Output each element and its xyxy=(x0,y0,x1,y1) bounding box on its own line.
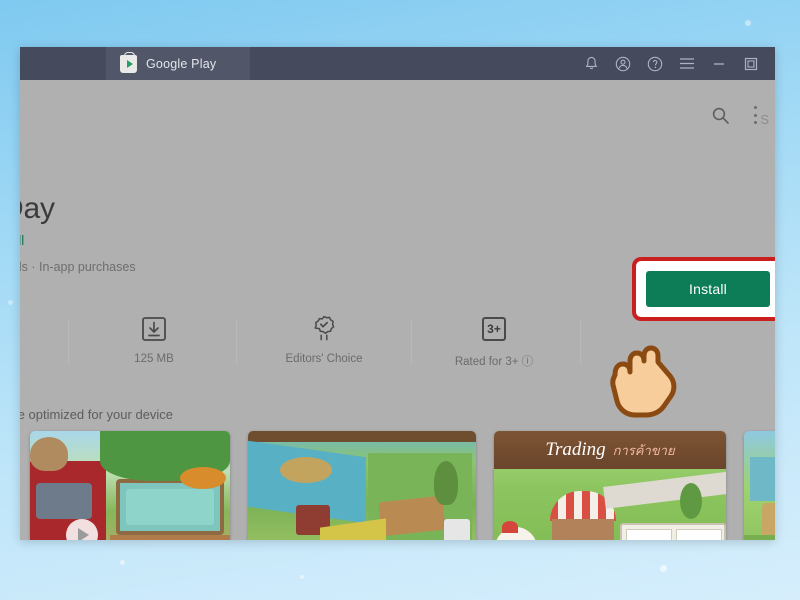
stat-rating-label: Rated for 3+ ⓘ xyxy=(454,356,534,368)
emulator-window: Google Play S ay l s · In-app purchases … xyxy=(20,47,775,540)
page-title: Day xyxy=(20,192,55,225)
background-sparkle xyxy=(8,300,13,305)
screenshot-farm-overview[interactable] xyxy=(248,431,476,540)
maximize-button[interactable] xyxy=(735,47,767,80)
screenshot-video-thumbnail[interactable] xyxy=(30,431,230,540)
developer-link[interactable]: cell xyxy=(20,233,24,248)
screenshot-partial[interactable] xyxy=(744,431,775,540)
corner-text: S xyxy=(760,112,769,127)
notifications-icon[interactable] xyxy=(575,47,607,80)
stat-divider xyxy=(236,320,237,364)
account-icon[interactable] xyxy=(607,47,639,80)
tab-label: Google Play xyxy=(146,56,217,71)
device-optimization-notice: ot be optimized for your device xyxy=(20,407,174,422)
background-sparkle xyxy=(300,575,304,579)
download-icon xyxy=(79,312,229,346)
background-sparkle xyxy=(660,565,667,572)
age-rating-3plus-icon: 3+ xyxy=(419,312,569,346)
menu-icon[interactable] xyxy=(671,47,703,80)
stat-divider xyxy=(411,320,412,364)
background-sparkle xyxy=(120,560,125,565)
stat-editors-choice-label: Editors' Choice xyxy=(285,353,363,365)
stat-divider xyxy=(580,320,581,364)
search-icon[interactable] xyxy=(711,106,730,130)
screenshot-trading[interactable]: Trading การค้าขาย xyxy=(494,431,726,540)
play-store-page: S Day cell s ads · In-app purchases Inst… xyxy=(20,80,775,540)
kebab-menu-icon[interactable] xyxy=(754,106,758,124)
trading-caption-local: การค้าขาย xyxy=(612,442,675,458)
store-topbar: S xyxy=(20,80,775,140)
window-titlebar: Google Play xyxy=(20,47,775,80)
tab-google-play[interactable]: Google Play xyxy=(106,47,251,80)
stat-divider xyxy=(68,320,69,364)
screenshot-strip: Trading การค้าขาย xyxy=(20,431,775,540)
stat-size: 125 MB xyxy=(79,312,229,365)
stat-editors-choice: Editors' Choice xyxy=(249,312,399,365)
screenshot-trading-banner: Trading การค้าขาย xyxy=(494,431,726,469)
install-button[interactable]: Install xyxy=(646,271,770,307)
hand-cursor-icon xyxy=(597,335,707,420)
stat-size-label: 125 MB xyxy=(134,353,174,365)
background-sparkle xyxy=(745,20,751,26)
stat-rating: 3+ Rated for 3+ ⓘ xyxy=(419,312,569,369)
google-play-bag-icon xyxy=(120,51,137,73)
minimize-button[interactable] xyxy=(703,47,735,80)
titlebar-controls xyxy=(575,47,775,80)
trading-caption-en: Trading xyxy=(545,439,606,460)
app-meta-text: s ads · In-app purchases xyxy=(20,260,136,274)
help-icon[interactable] xyxy=(639,47,671,80)
editors-choice-award-icon xyxy=(249,312,399,346)
